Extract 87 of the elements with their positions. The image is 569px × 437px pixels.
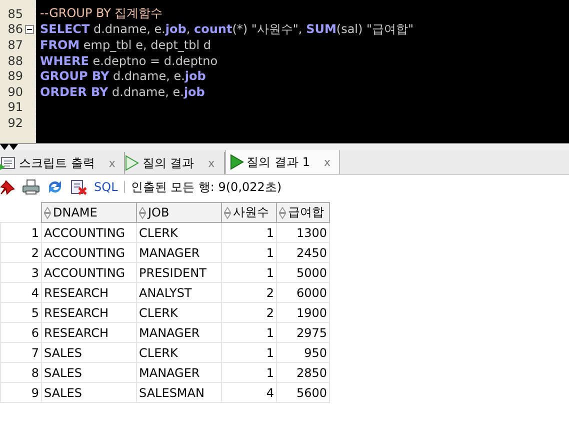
table-cell: 1300	[276, 222, 330, 242]
splitter-arrows-icon[interactable]	[0, 144, 20, 151]
table-cell: 1	[222, 242, 276, 262]
table-cell: RESEARCH	[42, 282, 136, 302]
table-cell: RESEARCH	[42, 302, 136, 322]
table-cell: 4	[222, 382, 276, 402]
sort-icon[interactable]	[44, 206, 51, 219]
collapse-icon[interactable]	[25, 24, 34, 34]
table-cell: SALES	[42, 362, 136, 382]
table-cell: 1	[222, 342, 276, 362]
row-number: 1	[0, 222, 42, 242]
table-cell: 1	[222, 222, 276, 242]
table-cell: ANALYST	[136, 282, 222, 302]
line-number: 91	[8, 100, 23, 114]
result-tab[interactable]: 스크립트 출력 x	[0, 152, 126, 174]
table-cell: 950	[276, 342, 330, 362]
table-cell: 2975	[276, 322, 330, 342]
table-cell: 1	[222, 362, 276, 382]
line-number: 87	[8, 38, 23, 52]
table-cell: MANAGER	[136, 242, 222, 262]
sort-icon[interactable]	[139, 206, 146, 219]
delete-document-icon[interactable]	[70, 179, 88, 195]
table-cell: 2850	[276, 362, 330, 382]
column-header[interactable]: 급여합	[276, 202, 330, 222]
table-cell: 2450	[276, 242, 330, 262]
table-cell: 5000	[276, 262, 330, 282]
row-number: 2	[0, 242, 42, 262]
column-header[interactable]: 사원수	[222, 202, 276, 222]
printer-icon[interactable]	[22, 179, 40, 195]
play-icon	[230, 154, 244, 170]
row-number: 9	[0, 382, 42, 402]
table-cell: RESEARCH	[42, 322, 136, 342]
table-cell: CLERK	[136, 302, 222, 322]
code-line: GROUP BY d.dname, e.job	[40, 69, 206, 84]
code-line: --GROUP BY 집계함수	[40, 5, 163, 22]
tab-label: 질의 결과	[142, 154, 194, 172]
sort-icon[interactable]	[279, 206, 286, 218]
close-button[interactable]: x	[106, 156, 118, 170]
play-icon	[125, 155, 140, 171]
row-number: 7	[0, 342, 42, 362]
row-number: 6	[0, 322, 42, 342]
fetch-status: 인출된 모든 행: 9(0,022초)	[130, 178, 282, 196]
code-line: FROM emp_tbl e, dept_tbl d	[40, 38, 211, 52]
tab-label: 질의 결과 1	[246, 154, 310, 170]
table-cell: 2	[222, 302, 276, 322]
table-cell: ACCOUNTING	[42, 242, 136, 262]
table-cell: 1	[222, 322, 276, 342]
code-line: SELECT d.dname, e.job, count(*) "사원수", SUM(sal) "급여합"	[40, 20, 414, 38]
table-cell: PRESIDENT	[136, 262, 222, 282]
refresh-icon[interactable]	[46, 179, 64, 195]
table-cell: MANAGER	[136, 362, 222, 382]
column-header[interactable]: JOB	[136, 202, 222, 222]
line-number: 86	[8, 22, 23, 36]
table-cell: 2	[222, 282, 276, 302]
table-cell: 1	[222, 262, 276, 282]
line-number: 90	[8, 84, 23, 99]
pushpin-icon[interactable]	[0, 179, 16, 195]
code-editor[interactable]: 85 86 87 88 89 90 91 92 --GROUP BY 집계함수 SELECT d.dname, e.job, count(*) "사원수", SUM(sal) "급여합" FROM emp_tbl e, dept_tbl d WHERE e.deptno = d.deptno GROUP BY d.dname, e.job ORDER BY d.dname, e.job	[0, 0, 569, 143]
line-number: 85	[8, 6, 23, 21]
table-cell: MANAGER	[136, 322, 222, 342]
line-number: 92	[8, 116, 23, 130]
close-button[interactable]: x	[205, 156, 218, 170]
table-cell: SALES	[42, 342, 136, 362]
table-cell: 5600	[276, 382, 330, 402]
line-number: 88	[8, 54, 23, 68]
code-line: ORDER BY d.dname, e.job	[40, 84, 205, 99]
row-number: 8	[0, 362, 42, 382]
table-cell: SALES	[42, 382, 136, 402]
close-button[interactable]: x	[320, 156, 334, 168]
table-cell: SALESMAN	[136, 382, 222, 402]
sql-link[interactable]: SQL	[94, 180, 118, 194]
code-line: WHERE e.deptno = d.deptno	[40, 54, 218, 68]
table-cell: ACCOUNTING	[42, 222, 136, 242]
row-number: 4	[0, 282, 42, 302]
row-number: 5	[0, 302, 42, 322]
table-cell: 6000	[276, 282, 330, 302]
row-number: 3	[0, 262, 42, 282]
table-cell: 1900	[276, 302, 330, 322]
column-header[interactable]: DNAME	[42, 202, 136, 222]
table-cell: CLERK	[136, 222, 222, 242]
table-cell: ACCOUNTING	[42, 262, 136, 282]
line-number: 89	[8, 69, 23, 84]
tab-label: 스크립트 출력	[19, 154, 95, 172]
table-cell: CLERK	[136, 342, 222, 362]
sort-icon[interactable]	[224, 206, 231, 218]
result-tab[interactable]: 질의 결과 x	[125, 152, 225, 174]
result-tab[interactable]: 질의 결과 1 x	[224, 149, 340, 174]
